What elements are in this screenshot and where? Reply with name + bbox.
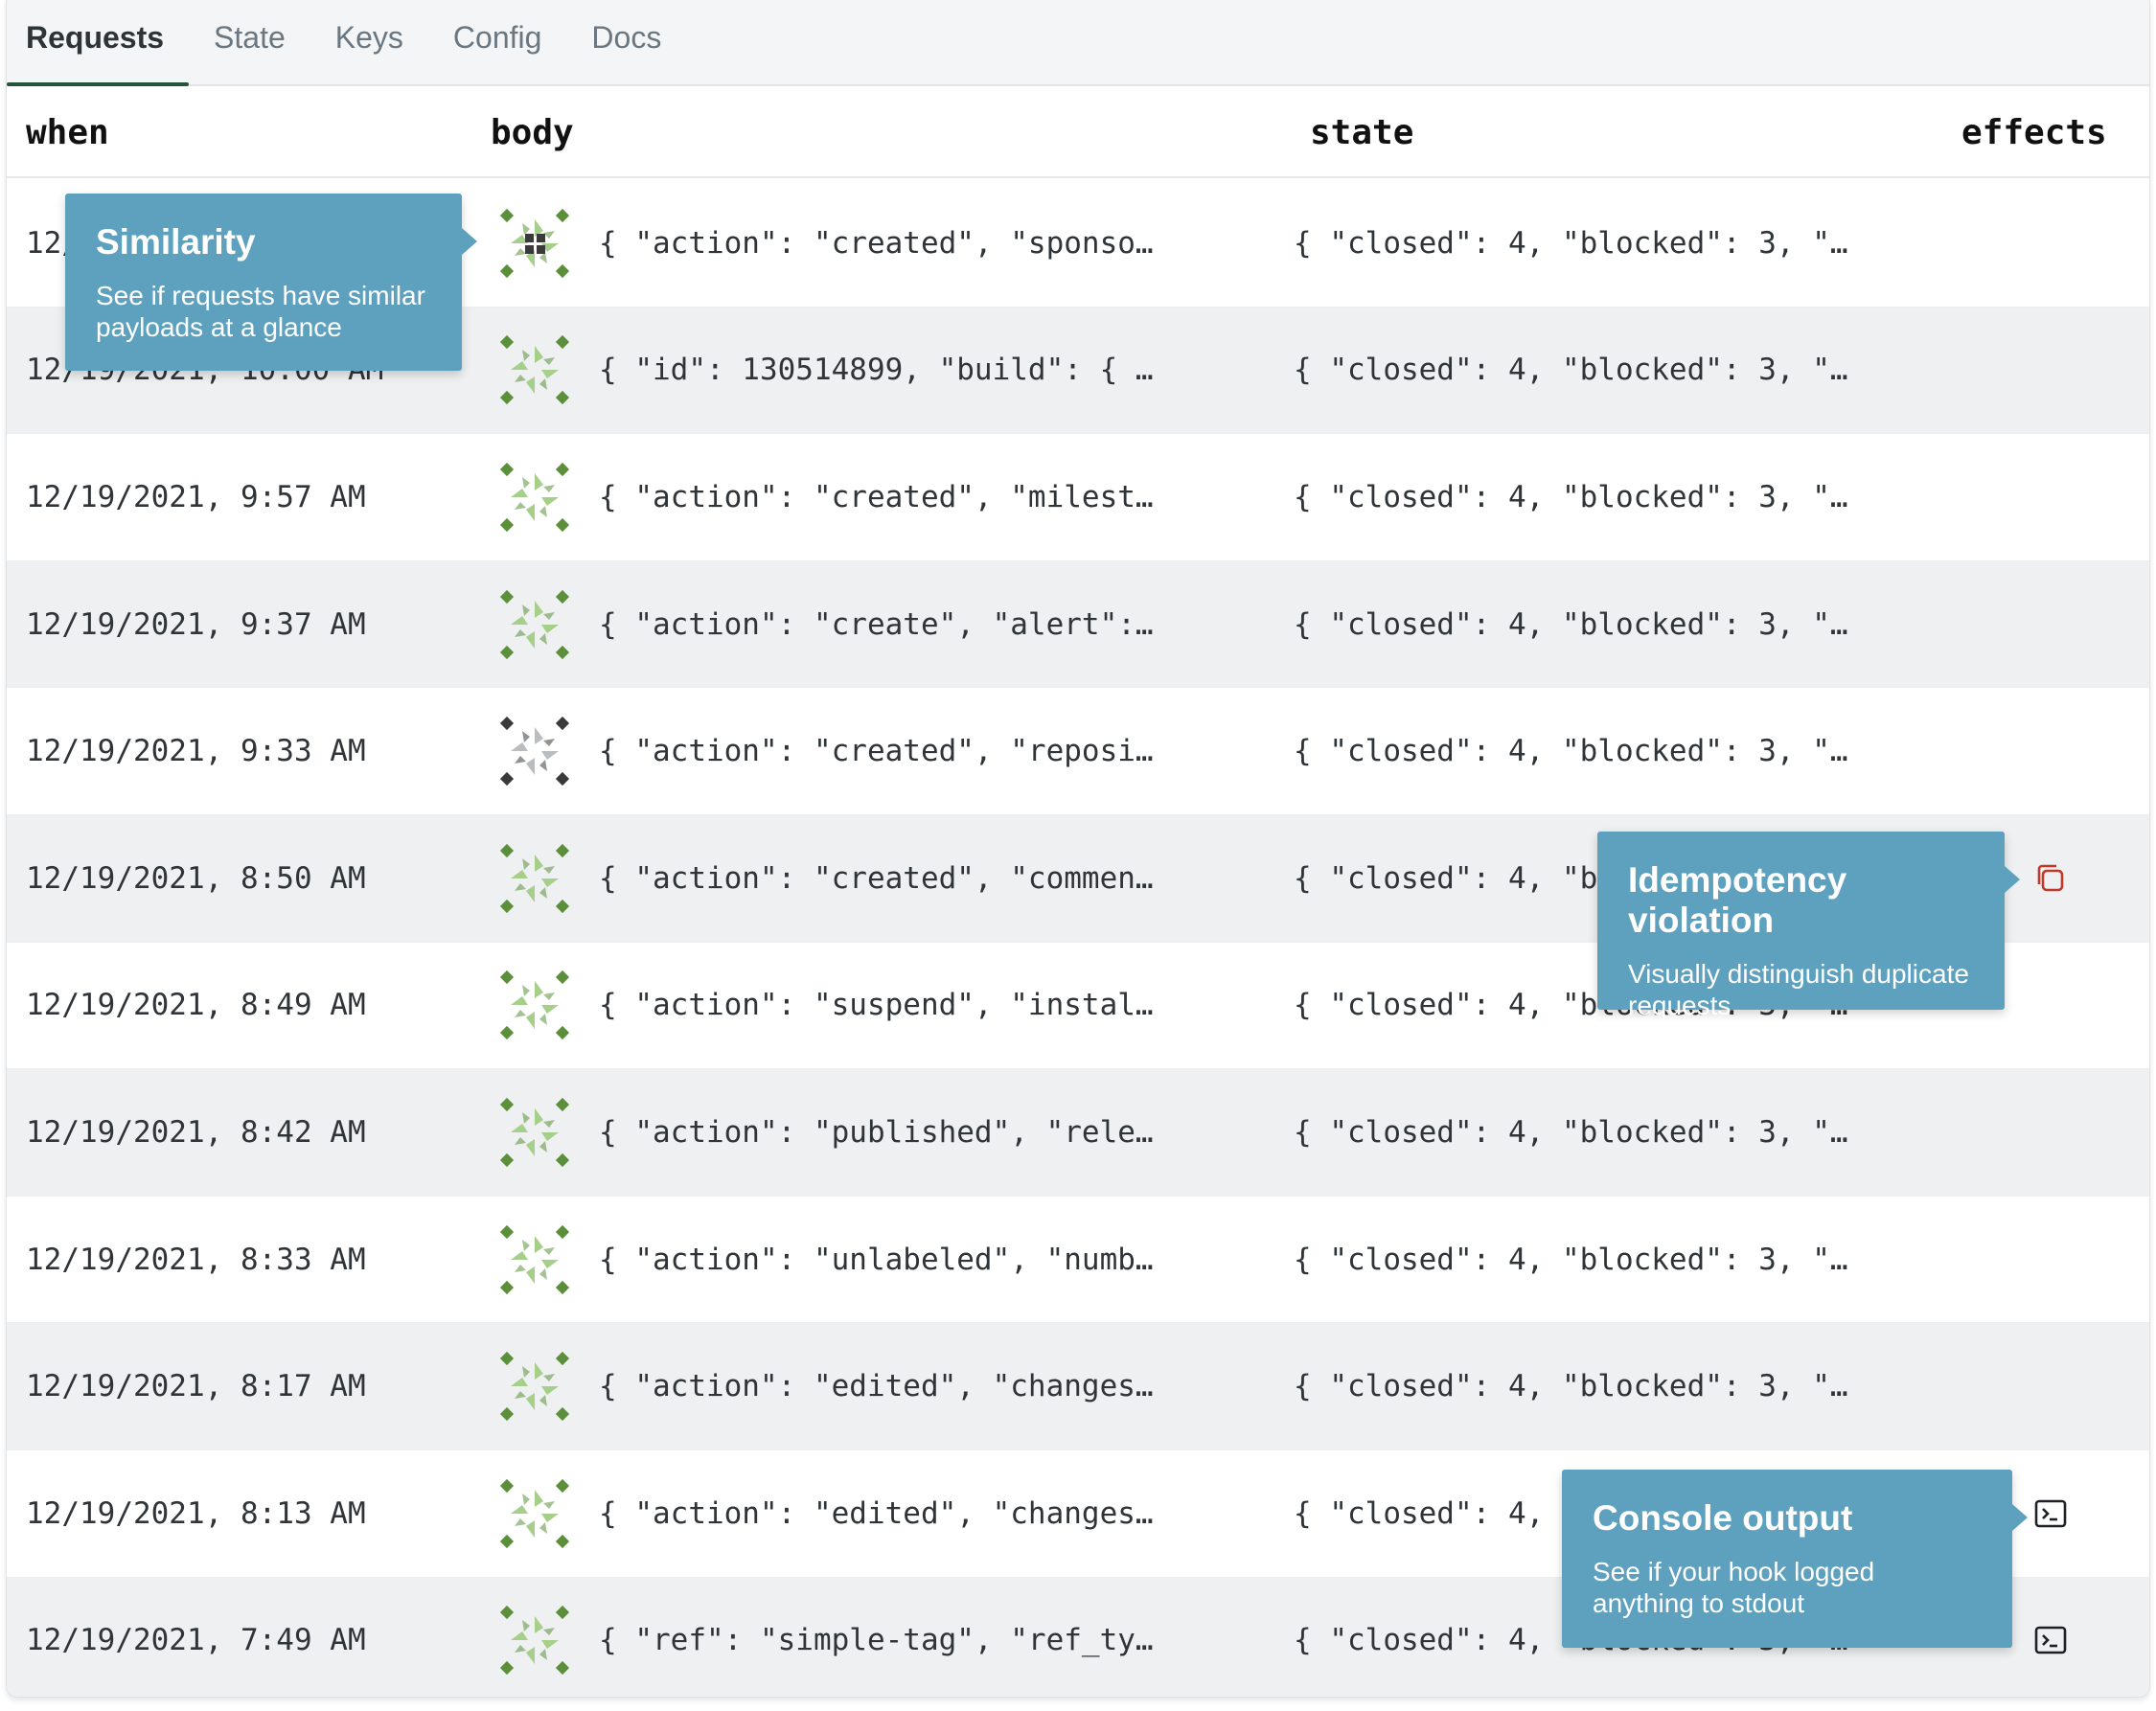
row-body[interactable]: { "action": "created", "sponso… (599, 226, 1154, 261)
row-body[interactable]: { "action": "suspend", "instal… (599, 988, 1154, 1022)
callout-arrow (2012, 1504, 2028, 1531)
row-when: 12/19/2021, 8:17 AM (26, 1369, 366, 1404)
callout-description: See if requests have similar payloads at… (96, 281, 425, 342)
body-similarity-glyph-icon (499, 334, 570, 405)
row-when: 12/19/2021, 7:49 AM (26, 1623, 366, 1658)
callout-title: Idempotency violation (1628, 860, 1847, 940)
duplicate-icon[interactable] (2033, 861, 2068, 896)
tab-requests[interactable]: Requests (7, 0, 190, 86)
callout-description: Visually distinguish duplicate requests (1628, 959, 1969, 1020)
callout-console-output: Console output See if your hook logged a… (1562, 1470, 2028, 1648)
row-body[interactable]: { "action": "created", "commen… (599, 861, 1154, 896)
row-body[interactable]: { "action": "published", "rele… (599, 1115, 1154, 1150)
row-body[interactable]: { "action": "create", "alert":… (599, 607, 1154, 642)
tab-state[interactable]: State (189, 0, 310, 84)
table-row[interactable]: 12/19/2021, 8:33 AM { "action": "unlabele… (7, 1197, 2149, 1324)
row-state[interactable]: { "closed": 4, "blocked": 3, "… (1294, 1369, 1848, 1403)
tab-config[interactable]: Config (428, 0, 567, 84)
table-header: when body state effects (7, 88, 2149, 178)
body-similarity-glyph-icon (499, 970, 570, 1040)
table-row[interactable]: 12/19/2021, 8:42 AM { "action": "publishe… (7, 1069, 2149, 1197)
row-when: 12/19/2021, 8:50 AM (26, 860, 366, 896)
row-when: 12/19/2021, 8:13 AM (26, 1495, 366, 1531)
body-similarity-glyph-icon (499, 1224, 570, 1295)
column-header-state: state (1310, 113, 1414, 152)
tab-keys[interactable]: Keys (310, 0, 428, 84)
callout-idempotency: Idempotency violation Visually distingui… (1597, 832, 2020, 1020)
body-similarity-glyph-icon (499, 1478, 570, 1549)
column-header-when: when (26, 113, 109, 152)
terminal-icon[interactable] (2033, 1496, 2068, 1531)
callout-title: Similarity (96, 222, 256, 262)
row-when: 12/19/2021, 9:33 AM (26, 734, 366, 769)
callout-similarity: Similarity See if requests have similar … (65, 194, 477, 371)
column-header-effects: effects (1961, 113, 2107, 152)
row-body[interactable]: { "action": "created", "milest… (599, 480, 1154, 514)
row-state[interactable]: { "closed": 4, "blocked": 3, "… (1294, 480, 1848, 514)
column-header-body: body (491, 113, 574, 152)
table-row[interactable]: 12/19/2021, 9:33 AM { "action": "created"… (7, 688, 2149, 815)
body-similarity-glyph-icon (499, 1097, 570, 1168)
body-similarity-glyph-icon (499, 462, 570, 533)
body-similarity-glyph-icon (499, 843, 570, 914)
callout-description: See if your hook logged anything to stdo… (1593, 1557, 1875, 1618)
row-when: 12/19/2021, 9:57 AM (26, 479, 366, 514)
callout-arrow (2005, 866, 2020, 893)
row-when: 12/19/2021, 8:33 AM (26, 1242, 366, 1277)
row-state[interactable]: { "closed": 4, "blocked": 3, "… (1294, 734, 1848, 768)
row-when: 12/19/2021, 9:37 AM (26, 606, 366, 642)
row-body[interactable]: { "ref": "simple-tag", "ref_ty… (599, 1623, 1154, 1657)
tab-bar: Requests State Keys Config Docs (7, 0, 2149, 86)
table-row[interactable]: 12/19/2021, 8:17 AM { "action": "edited",… (7, 1323, 2149, 1450)
row-body[interactable]: { "action": "edited", "changes… (599, 1369, 1154, 1403)
body-similarity-glyph-icon (499, 589, 570, 660)
row-body[interactable]: { "action": "unlabeled", "numb… (599, 1243, 1154, 1277)
body-similarity-glyph-icon (499, 208, 570, 279)
row-state[interactable]: { "closed": 4, "blocked": 3, "… (1294, 1243, 1848, 1277)
row-when: 12/19/2021, 8:42 AM (26, 1114, 366, 1150)
row-when: 12/19/2021, 8:49 AM (26, 988, 366, 1023)
callout-arrow (462, 228, 477, 255)
row-state[interactable]: { "closed": 4, "blocked": 3, "… (1294, 226, 1848, 261)
body-similarity-glyph-icon (499, 1605, 570, 1676)
row-state[interactable]: { "closed": 4, "blocked": 3, "… (1294, 1115, 1848, 1150)
row-body[interactable]: { "action": "created", "reposi… (599, 734, 1154, 768)
row-body[interactable]: { "action": "edited", "changes… (599, 1496, 1154, 1531)
row-state[interactable]: { "closed": 4, "blocked": 3, "… (1294, 607, 1848, 642)
row-body[interactable]: { "id": 130514899, "build": { … (599, 353, 1154, 387)
table-row[interactable]: 12/19/2021, 9:37 AM { "action": "create",… (7, 560, 2149, 689)
terminal-icon[interactable] (2033, 1623, 2068, 1657)
tab-docs[interactable]: Docs (566, 0, 686, 84)
table-row[interactable]: 12/19/2021, 9:57 AM { "action": "created"… (7, 434, 2149, 561)
row-state[interactable]: { "closed": 4, "blocked": 3, "… (1294, 353, 1848, 387)
callout-title: Console output (1593, 1498, 1853, 1538)
body-similarity-glyph-icon (499, 716, 570, 787)
body-similarity-glyph-icon (499, 1351, 570, 1422)
